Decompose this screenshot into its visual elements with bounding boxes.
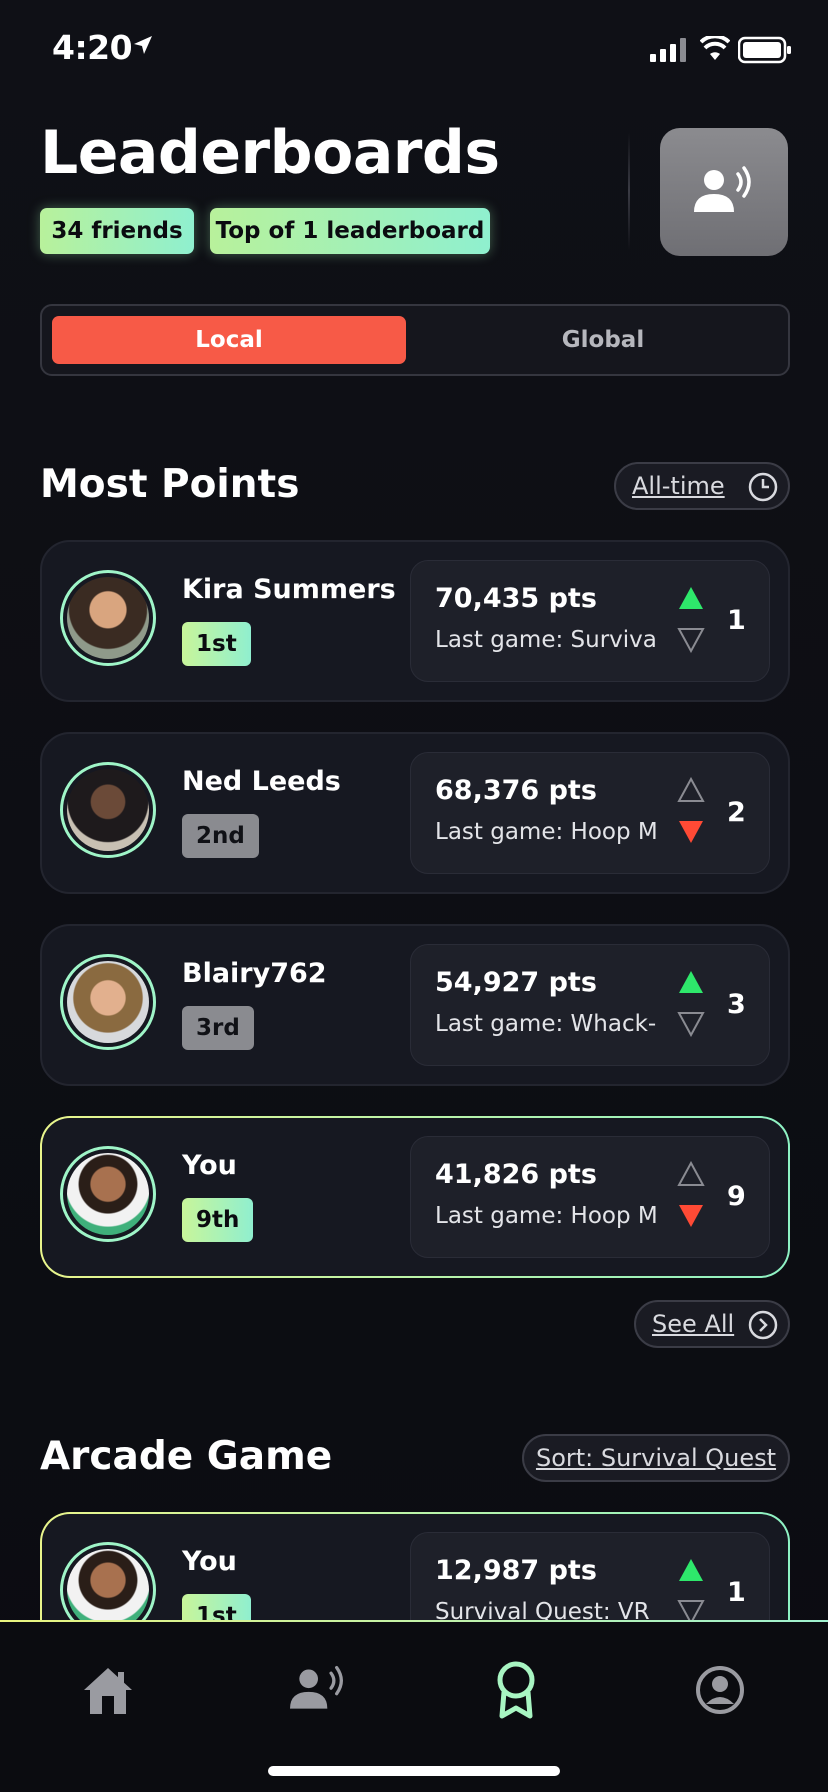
rank-down-icon [679, 821, 703, 843]
rank-up-icon [677, 1161, 705, 1186]
signal-icon [650, 38, 686, 62]
player-name: Ned Leeds [182, 766, 341, 797]
wifi-icon [700, 36, 730, 60]
player-name: You [182, 1150, 237, 1181]
player-name: Blairy762 [182, 958, 327, 989]
rank-up-icon [677, 777, 705, 802]
points-value: 41,826 pts [435, 1159, 597, 1190]
rank-down-icon [679, 1205, 703, 1227]
status-time: 4:20 [52, 28, 133, 67]
stats-panel: 54,927 pts Last game: Whack-a-Mole 3 [410, 944, 770, 1066]
stats-panel: 68,376 pts Last game: Hoop Masters 2 [410, 752, 770, 874]
points-value: 54,927 pts [435, 967, 597, 998]
leaderboard-row[interactable]: Kira Summers 1st 70,435 pts Last game: S… [40, 540, 790, 702]
rank-badge: 9th [182, 1198, 254, 1242]
avatar [60, 570, 156, 666]
position-number: 1 [727, 1577, 746, 1608]
position-number: 9 [727, 1181, 746, 1212]
rank-down-icon [677, 1012, 705, 1037]
leaderboard-row[interactable]: Blairy762 3rd 54,927 pts Last game: Whac… [40, 924, 790, 1086]
friends-count-chip: 34 friends [40, 208, 194, 254]
award-icon [497, 1661, 535, 1719]
top-leaderboard-chip: Top of 1 leaderboard [210, 208, 490, 254]
leaderboard-row[interactable]: Ned Leeds 2nd 68,376 pts Last game: Hoop… [40, 732, 790, 894]
player-name: You [182, 1546, 237, 1577]
tab-profile[interactable] [690, 1660, 750, 1720]
voice-chat-button[interactable] [660, 128, 788, 256]
points-value: 70,435 pts [435, 583, 597, 614]
avatar [60, 954, 156, 1050]
rank-badge: 2nd [182, 814, 259, 858]
leaderboard-row-you[interactable]: You 9th 41,826 pts Last game: Hoop Maste… [40, 1116, 790, 1278]
home-icon [84, 1668, 132, 1714]
chevron-right-icon [748, 1310, 778, 1340]
header-divider [628, 132, 630, 250]
time-filter-button[interactable]: All-time [614, 462, 790, 510]
sort-button[interactable]: Sort: Survival Quest [522, 1434, 790, 1482]
voice-chat-icon [694, 166, 751, 212]
rank-up-icon [679, 1559, 703, 1581]
battery-icon [738, 36, 791, 64]
avatar [60, 762, 156, 858]
tab-local[interactable]: Local [52, 316, 406, 364]
avatar [60, 1146, 156, 1242]
position-number: 3 [727, 989, 746, 1020]
tab-global[interactable]: Global [426, 316, 780, 364]
position-number: 1 [727, 605, 746, 636]
time-filter-label: All-time [632, 472, 725, 500]
see-all-button[interactable]: See All [634, 1300, 790, 1348]
player-name: Kira Summers [182, 574, 396, 605]
last-game: Last game: Hoop Masters [435, 1203, 657, 1229]
points-value: 12,987 pts [435, 1555, 597, 1586]
home-indicator [268, 1766, 560, 1776]
stats-panel: 41,826 pts Last game: Hoop Masters 9 [410, 1136, 770, 1258]
rank-up-icon [679, 971, 703, 993]
sort-label: Sort: Survival Quest [535, 1444, 777, 1472]
see-all-label: See All [652, 1310, 735, 1338]
rank-badge: 3rd [182, 1006, 254, 1050]
status-bar: 4:20 [0, 0, 828, 100]
tab-voice-chat[interactable] [288, 1660, 348, 1720]
tab-leaderboards[interactable] [486, 1660, 546, 1720]
leaderboards-screen: 4:20 Leaderboards 34 friends Top of 1 le… [0, 0, 828, 1792]
section-title-most-points: Most Points [40, 462, 300, 507]
rank-badge: 1st [182, 622, 251, 666]
points-value: 68,376 pts [435, 775, 597, 806]
last-game: Last game: Whack-a-Mole [435, 1011, 657, 1037]
rank-up-icon [679, 587, 703, 609]
scope-toggle: Local Global [40, 304, 790, 376]
section-title-arcade-game: Arcade Game [40, 1434, 333, 1479]
page-title: Leaderboards [40, 118, 500, 188]
last-game: Last game: Hoop Masters [435, 819, 657, 845]
clock-icon [748, 472, 778, 502]
tab-home[interactable] [78, 1660, 138, 1720]
last-game: Last game: Survival Quest [435, 627, 657, 653]
location-arrow-icon [134, 36, 152, 54]
voice-chat-icon [290, 1665, 343, 1709]
profile-icon [696, 1666, 744, 1714]
rank-down-icon [677, 628, 705, 653]
stats-panel: 70,435 pts Last game: Survival Quest 1 [410, 560, 770, 682]
position-number: 2 [727, 797, 746, 828]
